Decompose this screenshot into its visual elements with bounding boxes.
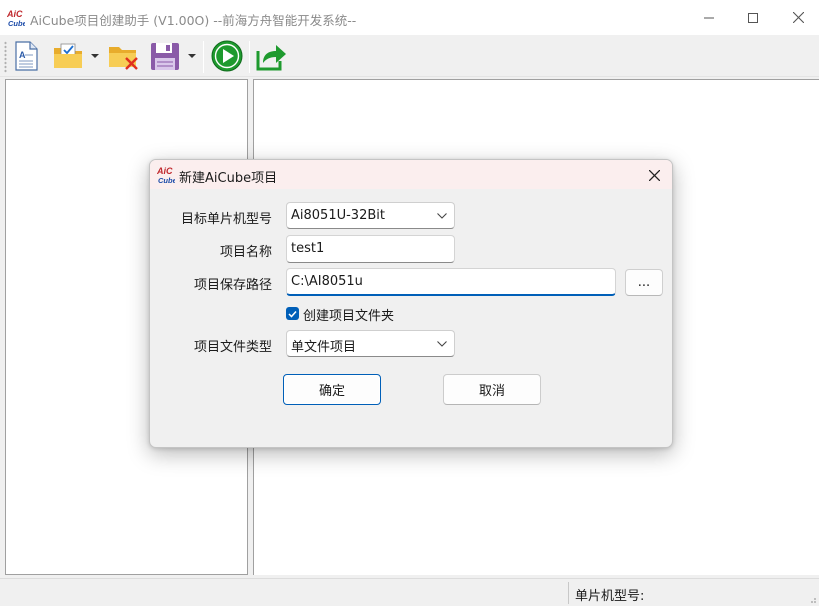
chevron-down-icon xyxy=(437,213,447,219)
resize-grip-icon[interactable] xyxy=(807,594,817,604)
toolbar-separator xyxy=(203,41,204,73)
mcu-model-value: Ai8051U-32Bit xyxy=(291,208,385,223)
save-path-input[interactable]: C:\AI8051u xyxy=(286,268,616,296)
project-name-label: 项目名称 xyxy=(219,245,272,260)
browse-path-button[interactable]: ... xyxy=(625,269,663,296)
open-project-button[interactable] xyxy=(52,39,86,73)
create-folder-label[interactable]: 创建项目文件夹 xyxy=(303,305,394,324)
statusbar: 单片机型号: xyxy=(0,578,819,606)
close-project-button[interactable] xyxy=(106,39,142,73)
aicube-logo-icon: AiC Cube xyxy=(7,9,25,28)
aicube-logo-icon: AiC Cube xyxy=(157,166,175,185)
project-name-input[interactable]: test1 xyxy=(286,235,455,263)
toolbar: A xyxy=(0,35,819,77)
new-project-dialog: AiC Cube 新建AiCube项目 目标单片机型号 Ai8051U-32Bi… xyxy=(149,159,673,448)
checkmark-icon xyxy=(288,310,297,318)
open-dropdown-chevron-down-icon[interactable] xyxy=(91,53,99,59)
dialog-title: 新建AiCube项目 xyxy=(179,171,278,186)
svg-text:Cube: Cube xyxy=(8,19,25,28)
file-type-select[interactable]: 单文件项目 xyxy=(286,330,455,357)
maximize-button[interactable] xyxy=(730,0,776,35)
new-file-button[interactable]: A xyxy=(11,39,41,73)
toolbar-grip[interactable] xyxy=(4,41,7,73)
run-button[interactable] xyxy=(209,39,245,73)
minimize-icon xyxy=(704,17,714,18)
close-folder-icon xyxy=(109,47,138,70)
open-folder-icon xyxy=(54,43,82,68)
chevron-down-icon xyxy=(437,341,447,347)
ok-button[interactable]: 确定 xyxy=(283,374,381,405)
create-folder-checkbox[interactable] xyxy=(286,307,299,320)
mcu-model-select[interactable]: Ai8051U-32Bit xyxy=(286,202,455,229)
status-separator xyxy=(568,582,569,604)
export-button[interactable] xyxy=(254,39,288,73)
minimize-button[interactable] xyxy=(686,0,732,35)
window-titlebar: AiC Cube AiCube项目创建助手 (V1.00O) --前海方舟智能开… xyxy=(0,0,819,35)
svg-text:Cube: Cube xyxy=(158,176,175,185)
mcu-model-label: 目标单片机型号 xyxy=(180,212,272,227)
export-share-icon xyxy=(256,45,286,71)
toolbar-separator xyxy=(249,41,250,73)
save-disk-icon xyxy=(151,43,179,70)
svg-text:AiC: AiC xyxy=(7,9,23,19)
new-file-icon: A xyxy=(15,41,38,71)
close-icon xyxy=(792,12,804,23)
project-name-value: test1 xyxy=(291,241,325,256)
save-path-label: 项目保存路径 xyxy=(193,278,272,293)
file-type-value: 单文件项目 xyxy=(291,340,357,355)
save-dropdown-chevron-down-icon[interactable] xyxy=(188,53,196,59)
dialog-close-button[interactable] xyxy=(642,163,666,187)
window-close-button[interactable] xyxy=(775,0,819,35)
mcu-model-status-label: 单片机型号: xyxy=(575,589,645,604)
save-project-button[interactable] xyxy=(148,39,182,73)
cancel-button[interactable]: 取消 xyxy=(443,374,541,405)
svg-text:A: A xyxy=(19,50,26,60)
dialog-titlebar[interactable]: AiC Cube 新建AiCube项目 xyxy=(150,160,672,189)
close-icon xyxy=(648,169,660,181)
window-title: AiCube项目创建助手 (V1.00O) --前海方舟智能开发系统-- xyxy=(30,13,357,28)
maximize-icon xyxy=(748,12,758,23)
run-play-icon xyxy=(211,40,243,72)
file-type-label: 项目文件类型 xyxy=(193,340,272,355)
svg-text:AiC: AiC xyxy=(157,166,173,176)
save-path-value: C:\AI8051u xyxy=(291,274,363,289)
